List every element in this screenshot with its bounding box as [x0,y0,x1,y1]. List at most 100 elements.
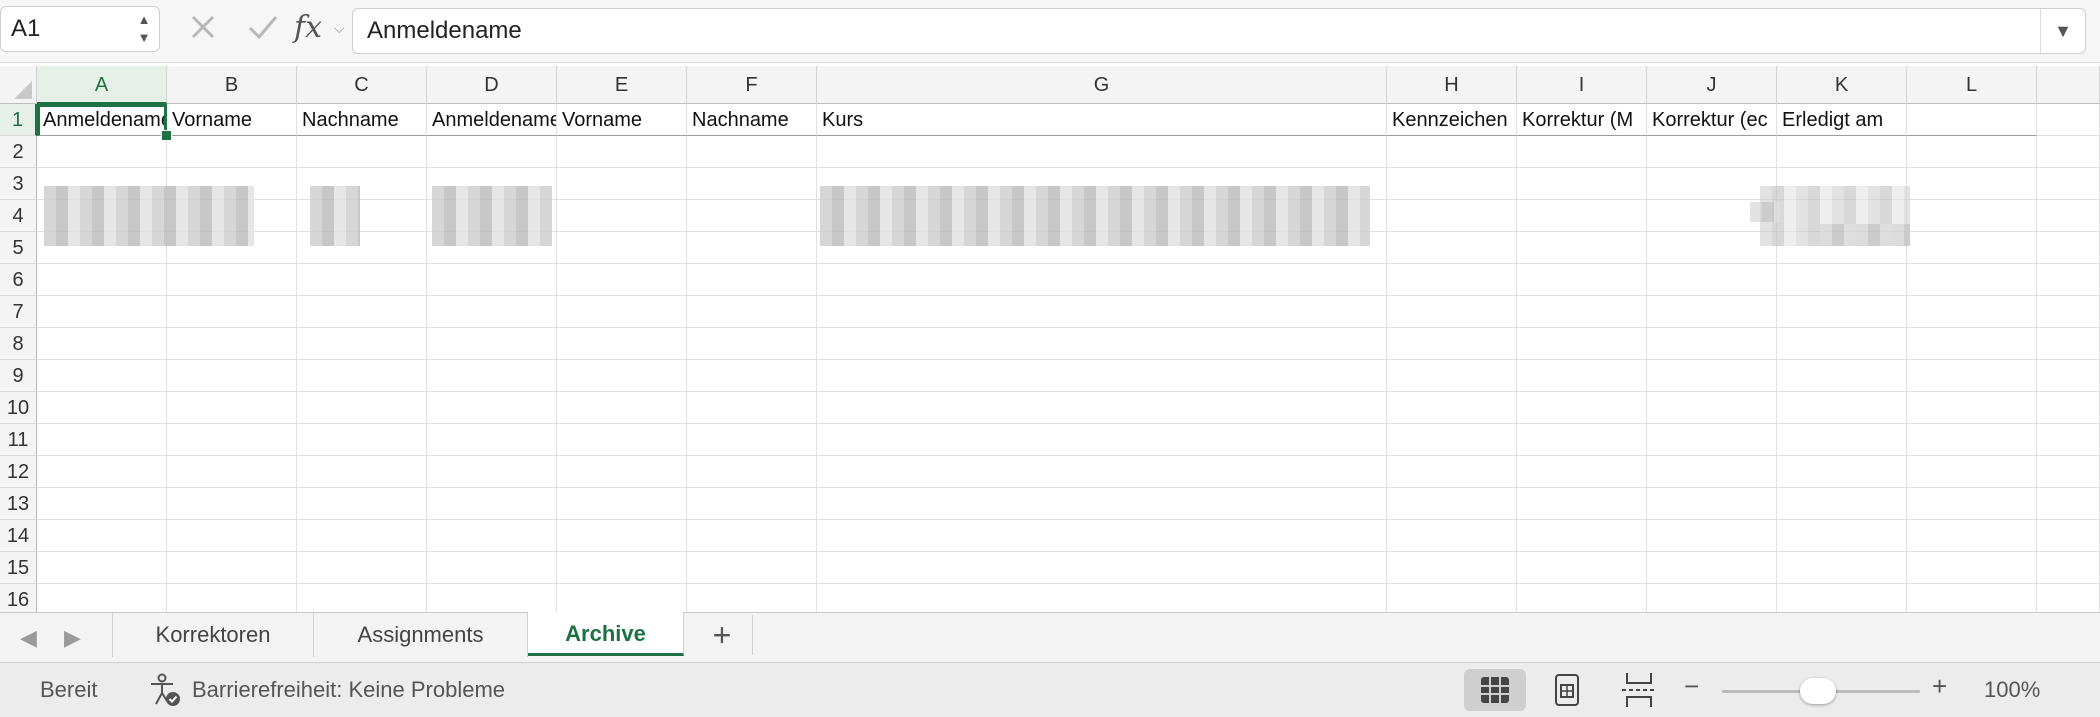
cell-f14[interactable] [687,520,817,552]
cell-e8[interactable] [557,328,687,360]
cell-i4[interactable] [1517,200,1647,232]
cell-b8[interactable] [167,328,297,360]
cell-g2[interactable] [817,136,1387,168]
cell-b7[interactable] [167,296,297,328]
cell-a7[interactable] [37,296,167,328]
row-header-7[interactable]: 7 [0,296,37,328]
cell-e7[interactable] [557,296,687,328]
chevron-down-icon[interactable]: ⌵ [334,20,345,37]
cell-e13[interactable] [557,488,687,520]
cell-h11[interactable] [1387,424,1517,456]
column-header-a[interactable]: A [37,66,167,104]
normal-view-button[interactable] [1464,669,1526,711]
cell-h8[interactable] [1387,328,1517,360]
row-header-14[interactable]: 14 [0,520,37,552]
name-box[interactable]: A1 ▲ ▼ [0,6,160,52]
column-header-l[interactable]: L [1907,66,2037,104]
cell-a15[interactable] [37,552,167,584]
column-header-j[interactable]: J [1647,66,1777,104]
tab-korrektoren[interactable]: Korrektoren [112,613,314,657]
page-break-view-button[interactable] [1608,669,1670,711]
cell-h7[interactable] [1387,296,1517,328]
cell-l7[interactable] [1907,296,2037,328]
cell-f15[interactable] [687,552,817,584]
cell-f3[interactable] [687,168,817,200]
cell-b14[interactable] [167,520,297,552]
cell-e5[interactable] [557,232,687,264]
cell-i12[interactable] [1517,456,1647,488]
cell-h15[interactable] [1387,552,1517,584]
cell-h6[interactable] [1387,264,1517,296]
cell-i1[interactable]: Korrektur (M [1517,104,1647,136]
cell-l12[interactable] [1907,456,2037,488]
cell-a9[interactable] [37,360,167,392]
cell-a8[interactable] [37,328,167,360]
cell-l11[interactable] [1907,424,2037,456]
cell-e4[interactable] [557,200,687,232]
cell-l5[interactable] [1907,232,2037,264]
scroll-tabs-right-icon[interactable]: ▶ [64,625,81,651]
cell-l6[interactable] [1907,264,2037,296]
cell-l1[interactable] [1907,104,2037,136]
cell-d6[interactable] [427,264,557,296]
cell-d8[interactable] [427,328,557,360]
close-icon[interactable] [184,12,222,50]
cell-d9[interactable] [427,360,557,392]
row-header-2[interactable]: 2 [0,136,37,168]
cell-j2[interactable] [1647,136,1777,168]
cell-k7[interactable] [1777,296,1907,328]
cell-c11[interactable] [297,424,427,456]
cell-e14[interactable] [557,520,687,552]
row-header-5[interactable]: 5 [0,232,37,264]
expand-formula-icon[interactable]: ▼ [2040,9,2085,53]
cell-c6[interactable] [297,264,427,296]
cell-h9[interactable] [1387,360,1517,392]
cell-k12[interactable] [1777,456,1907,488]
column-header-b[interactable]: B [167,66,297,104]
cell-f16[interactable] [687,584,817,612]
cell-e12[interactable] [557,456,687,488]
cell-c7[interactable] [297,296,427,328]
cell-b1[interactable]: Vorname [167,104,297,136]
row-header-15[interactable]: 15 [0,552,37,584]
cell-h2[interactable] [1387,136,1517,168]
cell-a12[interactable] [37,456,167,488]
cell-c16[interactable] [297,584,427,612]
cell-l3[interactable] [1907,168,2037,200]
cell-k16[interactable] [1777,584,1907,612]
cell-c14[interactable] [297,520,427,552]
cell-c12[interactable] [297,456,427,488]
cell-h16[interactable] [1387,584,1517,612]
cell-h14[interactable] [1387,520,1517,552]
row-header-6[interactable]: 6 [0,264,37,296]
column-header-c[interactable]: C [297,66,427,104]
cell-f4[interactable] [687,200,817,232]
column-header-g[interactable]: G [817,66,1387,104]
cell-a10[interactable] [37,392,167,424]
cell-i8[interactable] [1517,328,1647,360]
insert-function-icon[interactable]: fx [294,10,322,45]
cell-k2[interactable] [1777,136,1907,168]
cell-g12[interactable] [817,456,1387,488]
cell-l8[interactable] [1907,328,2037,360]
cell-j5[interactable] [1647,232,1777,264]
cell-b12[interactable] [167,456,297,488]
cell-l15[interactable] [1907,552,2037,584]
cell-d2[interactable] [427,136,557,168]
cell-e11[interactable] [557,424,687,456]
cell-i2[interactable] [1517,136,1647,168]
cell-i9[interactable] [1517,360,1647,392]
cell-g9[interactable] [817,360,1387,392]
cell-j16[interactable] [1647,584,1777,612]
cell-d12[interactable] [427,456,557,488]
cell-h3[interactable] [1387,168,1517,200]
column-header-k[interactable]: K [1777,66,1907,104]
cell-e10[interactable] [557,392,687,424]
cell-i10[interactable] [1517,392,1647,424]
fill-handle[interactable] [161,130,172,141]
cell-d11[interactable] [427,424,557,456]
cell-j9[interactable] [1647,360,1777,392]
accessibility-icon[interactable] [148,673,182,712]
cell-k1[interactable]: Erledigt am [1777,104,1907,136]
zoom-slider-thumb[interactable] [1800,678,1836,704]
